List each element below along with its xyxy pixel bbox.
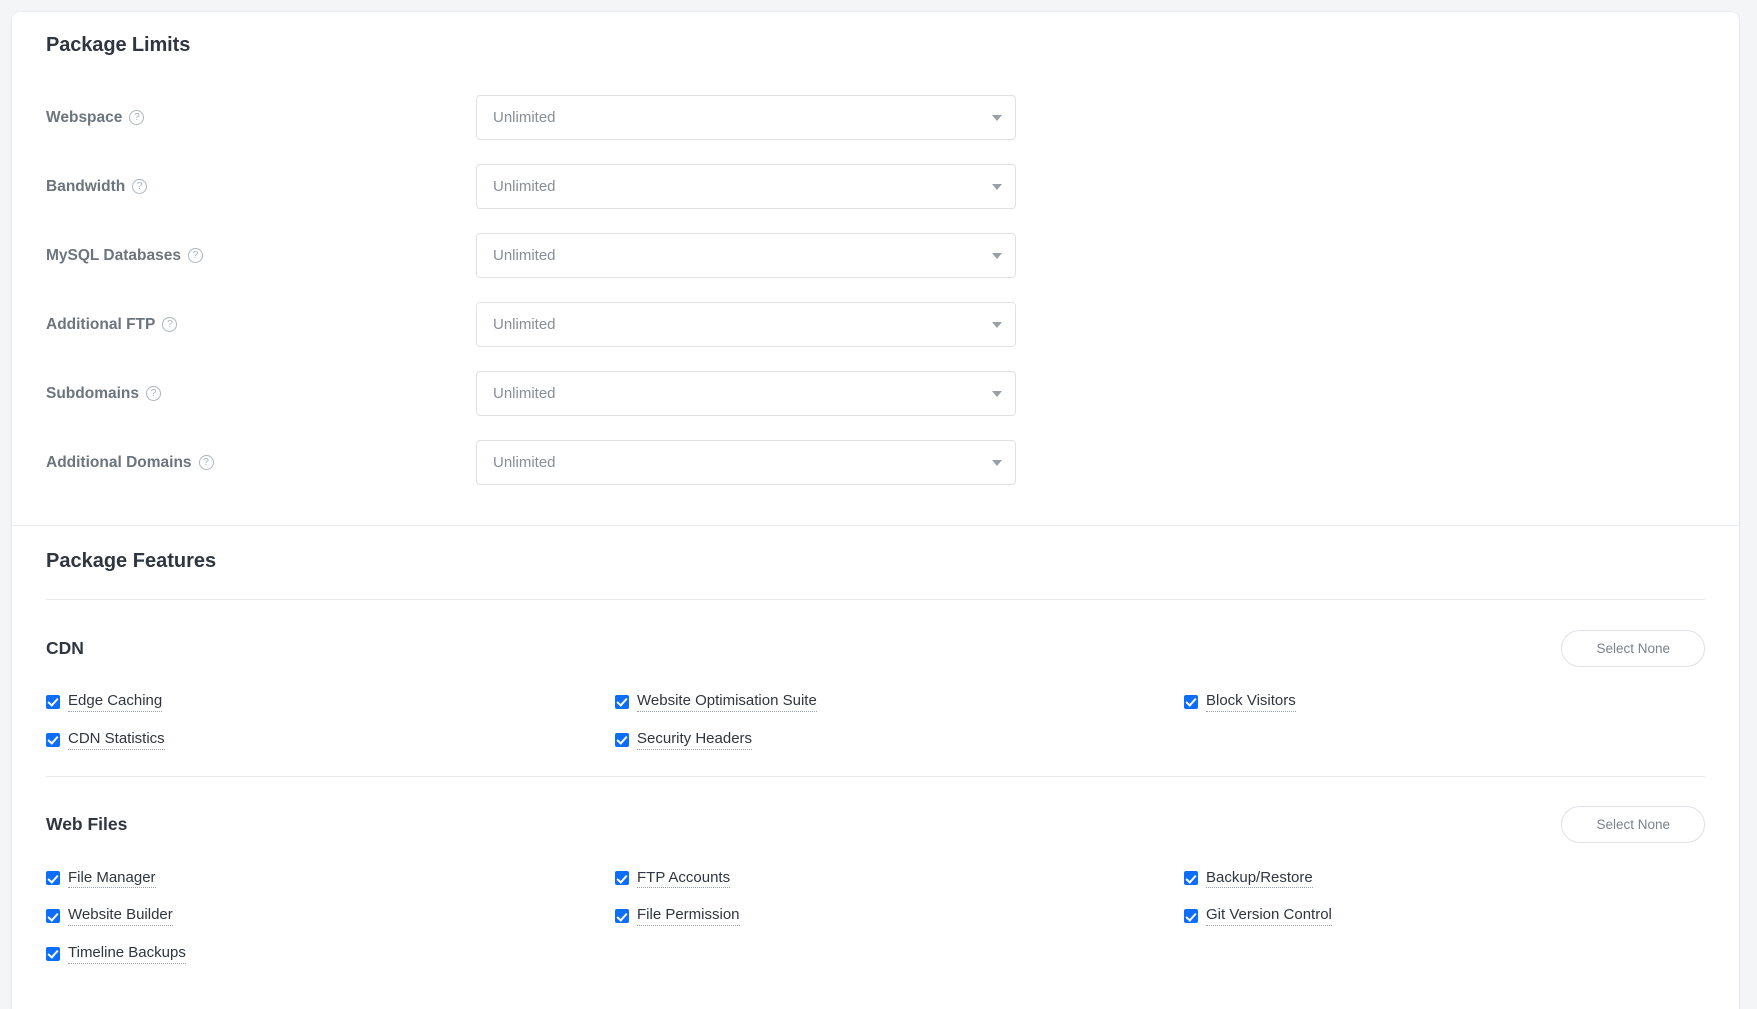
feature-checkbox-item[interactable]: FTP Accounts: [615, 869, 1184, 889]
limit-select-value: Unlimited: [493, 247, 556, 264]
help-circle-icon[interactable]: ?: [132, 179, 148, 194]
package-limits-rows: Webspace? Unlimited Bandwidth? Unlimited MyS…: [46, 83, 1705, 497]
help-circle-icon[interactable]: ?: [129, 110, 145, 125]
checkbox-checked-icon[interactable]: [615, 732, 629, 747]
feature-checkbox-item[interactable]: CDN Statistics: [46, 730, 615, 750]
feature-checkbox-label: Edge Caching: [68, 692, 163, 712]
feature-checkbox-grid: Edge Caching Website Optimisation Suite Bl…: [46, 692, 1705, 776]
checkbox-checked-icon[interactable]: [1184, 871, 1198, 886]
help-circle-icon[interactable]: ?: [162, 317, 178, 332]
feature-group: Web Files Select None File Manager FTP Acco…: [46, 775, 1705, 990]
limit-label: Subdomains?: [46, 385, 476, 403]
feature-group-title: Web Files: [46, 814, 128, 834]
limit-select-wrapper: Unlimited: [476, 302, 1016, 347]
limit-select-wrapper: Unlimited: [476, 164, 1016, 209]
feature-checkbox-item[interactable]: Timeline Backups: [46, 944, 615, 964]
limit-select[interactable]: Unlimited: [476, 95, 1016, 140]
package-features-title: Package Features: [46, 550, 217, 572]
feature-group-header: CDN Select None: [46, 626, 1705, 670]
page-root: Package Limits Webspace? Unlimited Bandwid…: [0, 0, 1757, 1009]
limit-row: Additional FTP? Unlimited: [46, 290, 1705, 359]
select-none-button[interactable]: Select None: [1561, 629, 1705, 667]
checkbox-checked-icon[interactable]: [615, 694, 629, 709]
limit-label-text: Additional FTP: [46, 315, 156, 333]
checkbox-checked-icon[interactable]: [46, 909, 60, 924]
limit-select-value: Unlimited: [493, 178, 556, 195]
feature-checkbox-item[interactable]: File Manager: [46, 869, 615, 889]
limit-row: Additional Domains? Unlimited: [46, 428, 1705, 497]
limit-select[interactable]: Unlimited: [476, 440, 1016, 485]
checkbox-checked-icon[interactable]: [46, 732, 60, 747]
package-limits-section: Package Limits Webspace? Unlimited Bandwid…: [12, 12, 1739, 526]
feature-checkbox-item[interactable]: Block Visitors: [1184, 692, 1705, 712]
select-none-button[interactable]: Select None: [1561, 806, 1705, 843]
feature-checkbox-item[interactable]: Website Builder: [46, 906, 615, 926]
feature-group-header: Web Files Select None: [46, 803, 1705, 847]
help-circle-icon[interactable]: ?: [146, 386, 162, 401]
feature-checkbox-label: Block Visitors: [1206, 692, 1296, 712]
feature-checkbox-item[interactable]: Backup/Restore: [1184, 869, 1705, 889]
settings-card: Package Limits Webspace? Unlimited Bandwid…: [12, 12, 1739, 1009]
limit-label: Additional FTP?: [46, 316, 476, 334]
checkbox-checked-icon[interactable]: [46, 871, 60, 886]
feature-checkbox-grid: File Manager FTP Accounts Backup/Restore We…: [46, 869, 1705, 990]
limit-row: MySQL Databases? Unlimited: [46, 221, 1705, 290]
feature-checkbox-label: File Permission: [637, 906, 740, 926]
limit-select-value: Unlimited: [493, 109, 556, 126]
feature-checkbox-label: Backup/Restore: [1206, 869, 1313, 889]
feature-checkbox-label: Timeline Backups: [68, 944, 186, 964]
limit-row: Webspace? Unlimited: [46, 83, 1705, 152]
limit-row: Bandwidth? Unlimited: [46, 152, 1705, 221]
limit-row: Subdomains? Unlimited: [46, 359, 1705, 428]
package-features-section: Package Features CDN Select None Edge Cach…: [12, 526, 1739, 990]
feature-checkbox-item[interactable]: Edge Caching: [46, 692, 615, 712]
feature-checkbox-label: File Manager: [68, 869, 156, 889]
limit-select-value: Unlimited: [493, 454, 556, 471]
feature-checkbox-label: Website Optimisation Suite: [637, 692, 817, 712]
limit-select[interactable]: Unlimited: [476, 302, 1016, 347]
checkbox-checked-icon[interactable]: [615, 871, 629, 886]
feature-checkbox-item[interactable]: Git Version Control: [1184, 906, 1705, 926]
limit-label-text: MySQL Databases: [46, 246, 181, 264]
package-limits-title: Package Limits: [46, 34, 191, 56]
checkbox-checked-icon[interactable]: [1184, 909, 1198, 924]
feature-checkbox-label: Security Headers: [637, 730, 753, 750]
feature-checkbox-item[interactable]: Security Headers: [615, 730, 1184, 750]
limit-select-wrapper: Unlimited: [476, 95, 1016, 140]
limit-label: Additional Domains?: [46, 454, 476, 472]
checkbox-checked-icon[interactable]: [1184, 694, 1198, 709]
limit-label-text: Bandwidth: [46, 177, 126, 195]
limit-label: MySQL Databases?: [46, 247, 476, 265]
help-circle-icon[interactable]: ?: [187, 248, 203, 263]
limit-label-text: Webspace: [46, 108, 123, 126]
limit-label: Webspace?: [46, 109, 476, 127]
limit-select-value: Unlimited: [493, 316, 556, 333]
limit-label-text: Subdomains: [46, 384, 140, 402]
feature-checkbox-item[interactable]: Website Optimisation Suite: [615, 692, 1184, 712]
limit-label-text: Additional Domains: [46, 453, 192, 471]
feature-checkbox-item[interactable]: File Permission: [615, 906, 1184, 926]
feature-checkbox-label: CDN Statistics: [68, 730, 165, 750]
help-circle-icon[interactable]: ?: [198, 455, 214, 470]
limit-select-wrapper: Unlimited: [476, 440, 1016, 485]
feature-checkbox-label: FTP Accounts: [637, 869, 731, 889]
checkbox-checked-icon[interactable]: [615, 909, 629, 924]
limit-select-wrapper: Unlimited: [476, 371, 1016, 416]
feature-group: CDN Select None Edge Caching Website Optimi…: [46, 600, 1705, 776]
limit-label: Bandwidth?: [46, 178, 476, 196]
feature-checkbox-label: Website Builder: [68, 906, 173, 926]
feature-group-title: CDN: [46, 637, 84, 658]
limit-select[interactable]: Unlimited: [476, 233, 1016, 278]
checkbox-checked-icon[interactable]: [46, 694, 60, 709]
limit-select[interactable]: Unlimited: [476, 371, 1016, 416]
limit-select-wrapper: Unlimited: [476, 233, 1016, 278]
limit-select-value: Unlimited: [493, 385, 556, 402]
limit-select[interactable]: Unlimited: [476, 164, 1016, 209]
feature-groups: CDN Select None Edge Caching Website Optimi…: [46, 600, 1705, 990]
checkbox-checked-icon[interactable]: [46, 946, 60, 961]
feature-checkbox-label: Git Version Control: [1206, 906, 1332, 926]
